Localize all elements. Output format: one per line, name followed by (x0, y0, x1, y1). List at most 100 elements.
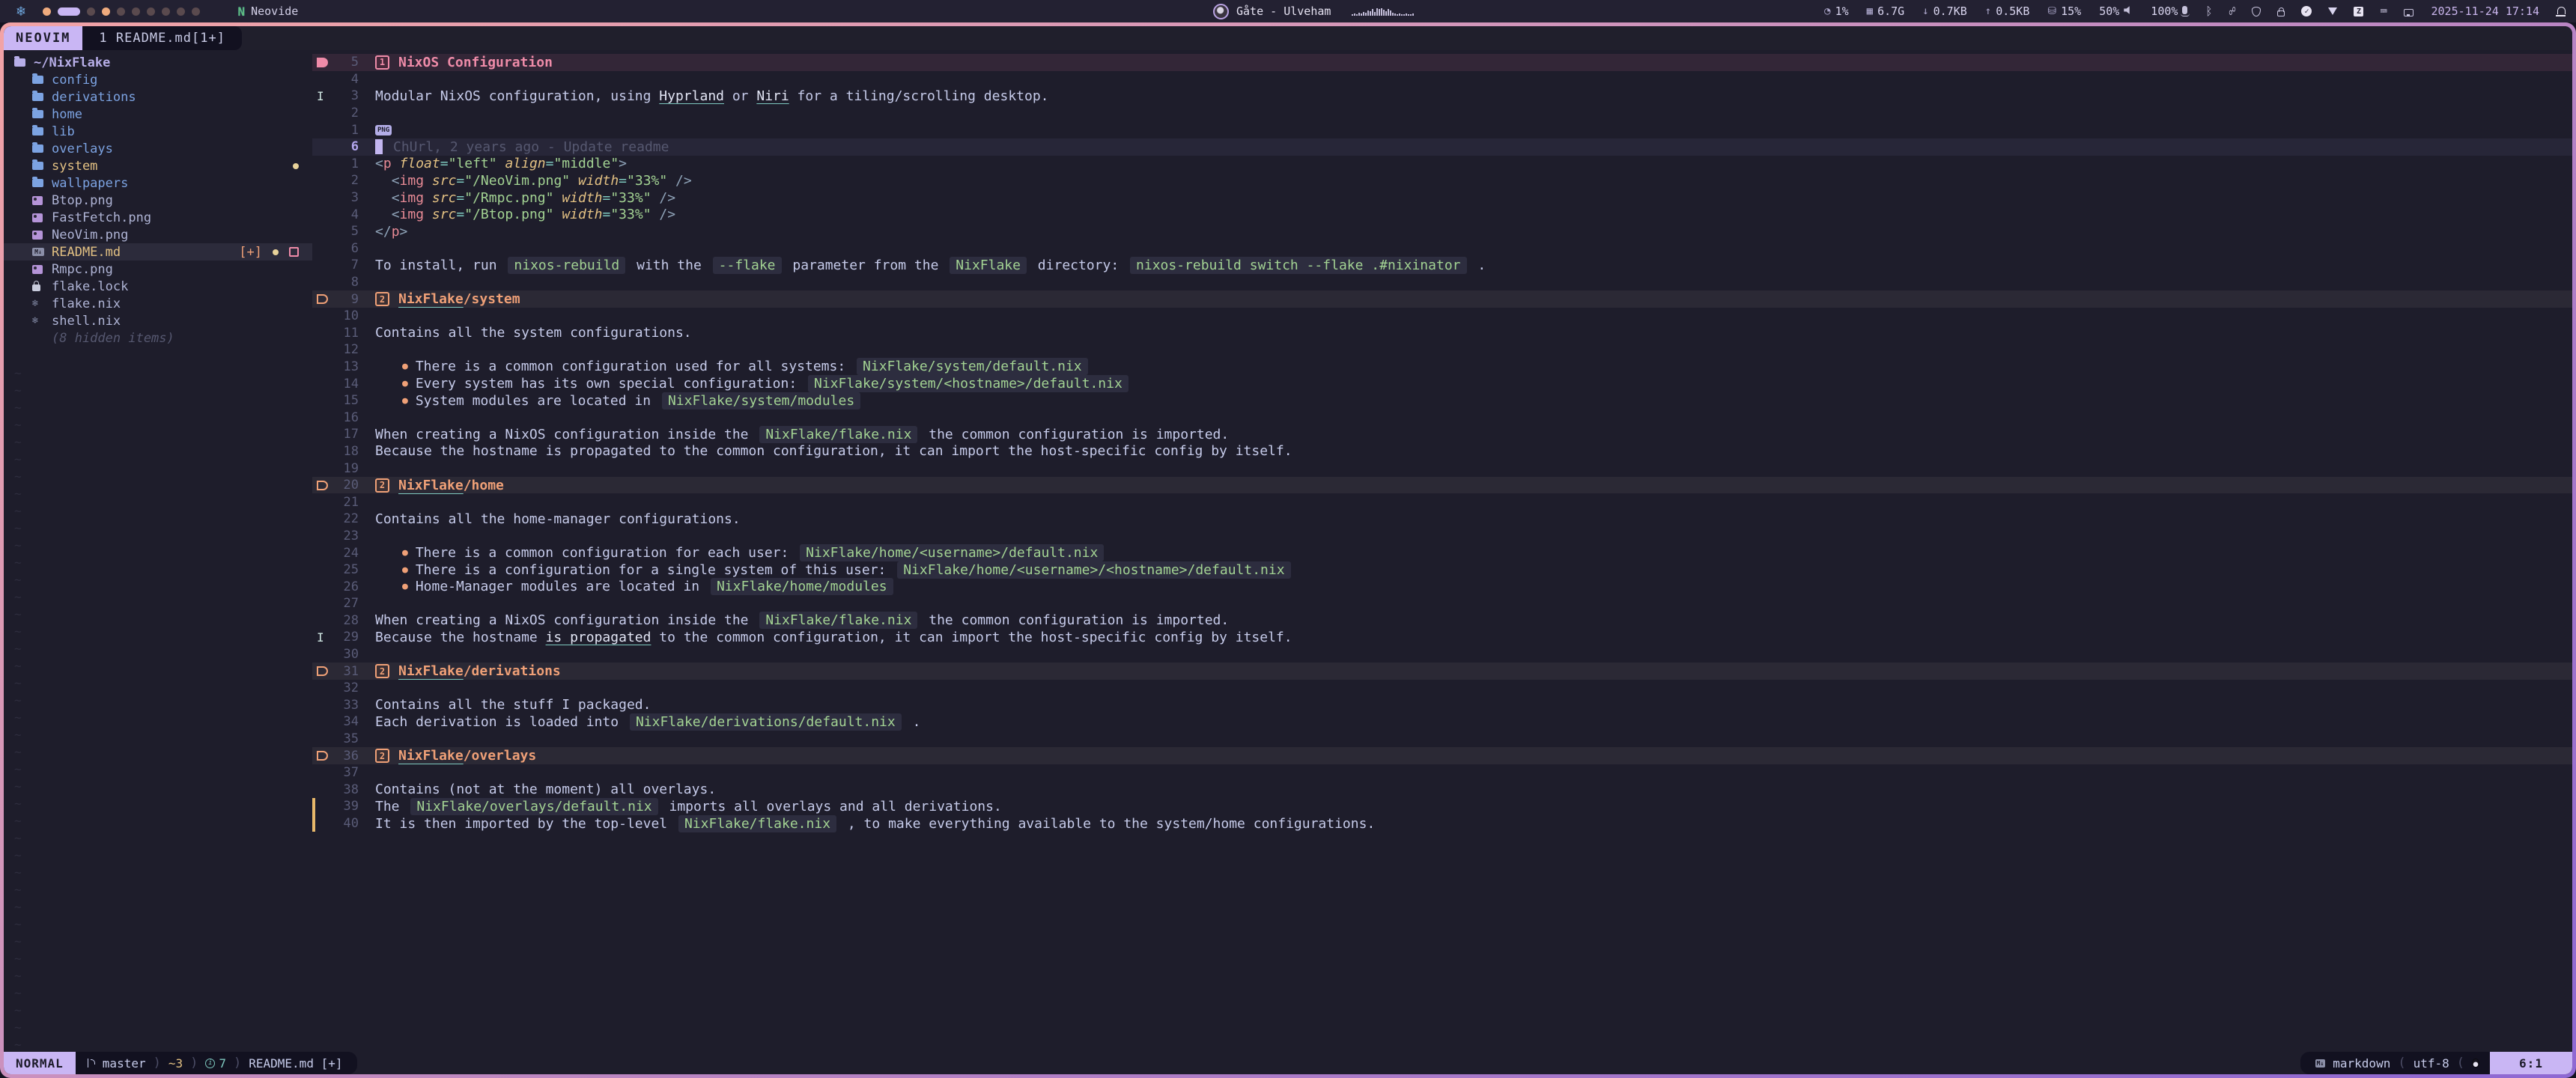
editor-line[interactable]: 6 (312, 240, 2572, 258)
bluetooth-icon[interactable]: ᛒ (2205, 4, 2212, 18)
keys-icon[interactable] (2277, 7, 2285, 16)
editor-line[interactable]: 4 <img src="/Btop.png" width="33%" /> (312, 206, 2572, 223)
editor-line[interactable]: 202NixFlake/home (312, 477, 2572, 494)
editor-line[interactable]: 1<p float="left" align="middle"> (312, 156, 2572, 173)
editor-line[interactable]: 23 (312, 528, 2572, 545)
editor-line[interactable]: 26●Home-Manager modules are located in N… (312, 578, 2572, 595)
editor-line[interactable]: 18Because the hostname is propagated to … (312, 443, 2572, 460)
mic-icon (2182, 5, 2187, 17)
text-segment: Hyprland (659, 88, 724, 104)
workspace-dot-3[interactable] (87, 7, 95, 16)
tree-item-derivations[interactable]: derivations (4, 88, 312, 106)
editor-line[interactable]: 40It is then imported by the top-level N… (312, 815, 2572, 832)
editor-line[interactable]: 37 (312, 764, 2572, 782)
editor-line[interactable]: 2 (312, 105, 2572, 122)
editor-line[interactable]: 10 (312, 308, 2572, 325)
keyboard-icon[interactable]: ⌨ (2380, 4, 2387, 18)
bell-icon[interactable] (2557, 8, 2566, 14)
editor-line[interactable]: 27 (312, 595, 2572, 612)
text-segment: When creating a NixOS configuration insi… (375, 427, 756, 442)
check-icon[interactable]: ✓ (2301, 6, 2312, 16)
tree-item-btop-png[interactable]: Btop.png (4, 192, 312, 209)
text-segment: Because the hostname (375, 630, 546, 645)
workspace-dot-8[interactable] (162, 7, 170, 16)
text-segment: There is a common configuration used for… (416, 359, 854, 374)
editor-line[interactable]: 39The NixFlake/overlays/default.nix impo… (312, 798, 2572, 815)
tab-readme[interactable]: 1 README.md[1+] (82, 26, 242, 50)
editor-line[interactable]: 5</p> (312, 223, 2572, 240)
sign-column (312, 121, 335, 138)
folder-icon (32, 110, 52, 118)
tree-item-home[interactable]: home (4, 106, 312, 123)
editor-line[interactable]: 21 (312, 493, 2572, 511)
workspace-dot-7[interactable] (147, 7, 155, 16)
music-widget[interactable]: Gåte - Ulveham (1213, 0, 1414, 22)
tabline-mode-label: NEOVIM (4, 26, 82, 50)
editor-line[interactable]: 38Contains (not at the moment) all overl… (312, 782, 2572, 799)
tree-item-fastfetch-png[interactable]: FastFetch.png (4, 209, 312, 226)
editor-line[interactable]: 35 (312, 731, 2572, 748)
shield-icon[interactable] (2252, 7, 2261, 16)
tree-item--8-hidden-items-[interactable]: (8 hidden items) (4, 329, 312, 347)
vpn-icon[interactable] (2328, 7, 2337, 15)
editor-line[interactable]: 8 (312, 274, 2572, 291)
workspace-dot-9[interactable] (177, 7, 185, 16)
editor-line[interactable]: I3Modular NixOS configuration, using Hyp… (312, 88, 2572, 105)
tree-item-shell-nix[interactable]: ❄shell.nix (4, 312, 312, 329)
editor-line[interactable]: 15●System modules are located in NixFlak… (312, 392, 2572, 409)
editor-line[interactable]: 34Each derivation is loaded into NixFlak… (312, 713, 2572, 731)
zellij-icon[interactable]: Z (2354, 7, 2363, 16)
editor-line[interactable]: 92NixFlake/system (312, 290, 2572, 308)
line-number: 18 (335, 444, 359, 459)
workspace-dot-4[interactable] (102, 7, 110, 16)
editor-line[interactable]: 16 (312, 409, 2572, 426)
editor-line[interactable]: 14●Every system has its own special conf… (312, 375, 2572, 392)
editor-line[interactable]: 24●There is a common configuration for e… (312, 544, 2572, 561)
ethernet-icon[interactable] (2404, 7, 2414, 16)
workspace-dot-1[interactable] (43, 7, 51, 16)
editor-line[interactable]: 2 <img src="/NeoVim.png" width="33%" /> (312, 172, 2572, 189)
audio-visualizer (1352, 7, 1414, 16)
tree-item-rmpc-png[interactable]: Rmpc.png (4, 261, 312, 278)
editor-line[interactable]: I29Because the hostname is propagated to… (312, 629, 2572, 646)
editor-line[interactable]: 32 (312, 680, 2572, 697)
line-number: 8 (335, 275, 359, 290)
editor-line[interactable]: 30 (312, 646, 2572, 663)
editor-line[interactable]: 3 <img src="/Rmpc.png" width="33%" /> (312, 189, 2572, 207)
line-number: 6 (335, 241, 359, 256)
tree-item-lib[interactable]: lib (4, 123, 312, 140)
editor-line[interactable]: 312NixFlake/derivations (312, 663, 2572, 680)
sign-column (312, 782, 335, 799)
workspace-dot-10[interactable] (192, 7, 200, 16)
tree-item-readme-md[interactable]: M↓README.md[+] (4, 243, 312, 261)
tree-item-neovim-png[interactable]: NeoVim.png (4, 226, 312, 243)
tree-item-overlays[interactable]: overlays (4, 140, 312, 157)
workspace-dot-2[interactable] (58, 7, 80, 16)
editor-line[interactable]: 22Contains all the home-manager configur… (312, 511, 2572, 528)
tree-item--nixflake[interactable]: ~/NixFlake (4, 54, 312, 71)
tree-item-system[interactable]: system (4, 157, 312, 174)
text-segment: p (392, 224, 400, 240)
editor-line[interactable]: 7To install, run nixos-rebuild with the … (312, 257, 2572, 274)
editor-line[interactable]: 362NixFlake/overlays (312, 747, 2572, 764)
editor-line[interactable]: 1PNG (312, 121, 2572, 138)
workspace-dot-5[interactable] (117, 7, 125, 16)
editor-line[interactable]: 33Contains all the stuff I packaged. (312, 697, 2572, 714)
editor-line[interactable]: 25●There is a configuration for a single… (312, 561, 2572, 579)
tree-item-flake-lock[interactable]: flake.lock (4, 278, 312, 295)
editor-buffer[interactable]: 51NixOS Configuration4I3Modular NixOS co… (312, 50, 2572, 1052)
editor-line[interactable]: 51NixOS Configuration (312, 54, 2572, 71)
editor-line[interactable]: 28When creating a NixOS configuration in… (312, 612, 2572, 630)
editor-line[interactable]: 13●There is a common configuration used … (312, 359, 2572, 376)
workspace-dot-6[interactable] (132, 7, 140, 16)
editor-line[interactable]: 17When creating a NixOS configuration in… (312, 426, 2572, 443)
editor-line[interactable]: 4 (312, 71, 2572, 88)
editor-line[interactable]: 12 (312, 341, 2572, 359)
editor-line[interactable]: 19 (312, 460, 2572, 477)
network-icon[interactable]: ☍ (2229, 4, 2235, 18)
editor-line[interactable]: 11Contains all the system configurations… (312, 325, 2572, 342)
tree-item-flake-nix[interactable]: ❄flake.nix (4, 295, 312, 312)
editor-line[interactable]: 6ChUrl, 2 years ago - Update readme (312, 138, 2572, 156)
tree-item-wallpapers[interactable]: wallpapers (4, 174, 312, 192)
tree-item-config[interactable]: config (4, 71, 312, 88)
